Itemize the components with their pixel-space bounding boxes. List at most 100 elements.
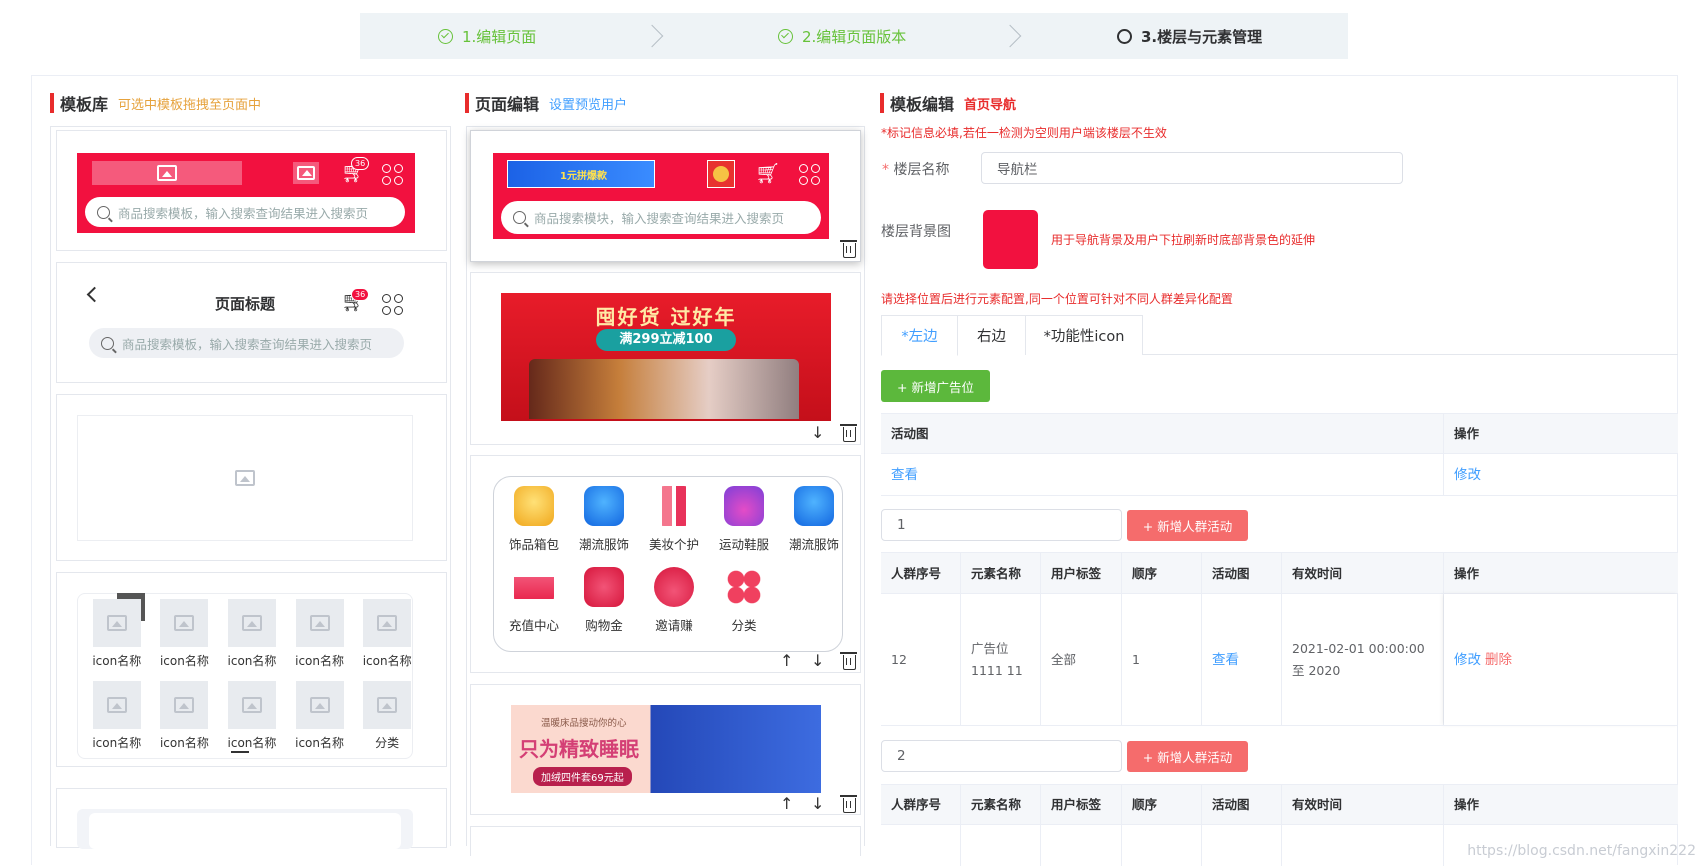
template-banner[interactable]	[56, 394, 447, 561]
search-icon	[513, 211, 526, 224]
search-input[interactable]: 商品搜索模板，输入搜索查询结果进入搜索页	[89, 328, 404, 358]
search-icon	[97, 206, 110, 219]
category-item[interactable]: 分类	[709, 567, 779, 634]
category-item[interactable]: 购物金	[569, 567, 639, 634]
tab-right[interactable]: 右边	[957, 315, 1026, 355]
template-nav-search[interactable]: 🛒︎ 36 商品搜索模板，输入搜索查询结果进入搜索页	[56, 130, 447, 251]
add-crowd-activity-button[interactable]: + 新增人群活动	[1127, 741, 1248, 772]
image-icon	[107, 697, 127, 713]
hoodie-icon	[584, 486, 624, 526]
floor-next[interactable]	[470, 826, 861, 856]
lipstick-icon	[654, 486, 694, 526]
check-circle-icon	[778, 29, 793, 44]
crowd-group-input[interactable]: 1	[881, 509, 1122, 541]
image-icon	[235, 470, 255, 486]
category-item[interactable]: 充值中心	[499, 567, 569, 634]
required-notice: *标记信息必填,若任一检测为空则用户端该楼层不生效	[881, 124, 1167, 141]
floor-categories[interactable]: 饰品箱包 潮流服饰 美妆个护 运动鞋服 潮流服饰 充值中心 购物金 邀请赚 分类…	[470, 455, 861, 673]
floor-banner[interactable]: 囤好货 过好年 满299立减100 ↓	[470, 272, 861, 445]
image-icon	[242, 697, 262, 713]
delete-icon[interactable]	[843, 243, 856, 258]
delete-icon[interactable]	[843, 798, 856, 813]
crowd-group-input[interactable]: 2	[881, 740, 1122, 772]
step-2[interactable]: 2.编辑页面版本	[778, 13, 906, 59]
card-icon	[514, 567, 554, 607]
delete-icon[interactable]	[843, 655, 856, 670]
position-tabs: *左边 右边 *功能性icon	[881, 315, 1678, 355]
step-3[interactable]: 3.楼层与元素管理	[1117, 13, 1262, 59]
icon-item: icon名称	[286, 599, 354, 669]
category-item[interactable]: 饰品箱包	[499, 486, 569, 553]
ad-table: 活动图 操作 查看 修改	[881, 413, 1678, 495]
icon-item: icon名称	[286, 681, 354, 751]
category-item[interactable]: 潮流服饰	[569, 486, 639, 553]
move-down-icon[interactable]: ↓	[811, 796, 824, 812]
tab-function-icon[interactable]: *功能性icon	[1025, 315, 1143, 355]
library-heading: 模板库可选中模板拖拽至页面中	[50, 92, 261, 114]
move-up-icon[interactable]: ↑	[780, 653, 793, 669]
jewelry-icon	[514, 486, 554, 526]
cart-badge: 36	[351, 288, 369, 301]
search-input[interactable]: 商品搜索模板，输入搜索查询结果进入搜索页	[85, 197, 405, 227]
chevron-right-icon	[999, 25, 1022, 48]
image-placeholder	[92, 161, 242, 185]
watermark: https://blog.csdn.net/fangxin222	[1467, 843, 1696, 859]
search-icon	[101, 337, 114, 350]
move-down-icon[interactable]: ↓	[811, 425, 824, 441]
edit-link[interactable]: 修改	[1444, 454, 1678, 495]
step-1[interactable]: 1.编辑页面	[438, 13, 536, 59]
category-item[interactable]: 邀请赚	[639, 567, 709, 634]
icon-item: icon名称	[218, 599, 286, 669]
back-arrow-icon	[87, 287, 103, 303]
image-icon	[310, 697, 330, 713]
icon-item: icon名称	[218, 681, 286, 751]
category-item[interactable]: 潮流服饰	[779, 486, 849, 553]
category-item[interactable]: 运动鞋服	[709, 486, 779, 553]
chevron-right-icon	[641, 25, 664, 48]
tab-left[interactable]: *左边	[881, 315, 958, 356]
floor-bg-hint: 用于导航背景及用户下拉刷新时底部背景色的延伸	[1051, 231, 1315, 248]
edit-link[interactable]: 修改	[1454, 649, 1481, 671]
icon-item: 分类	[353, 681, 421, 751]
floor-name-input[interactable]: 导航栏	[981, 152, 1403, 184]
floor-bg-swatch[interactable]	[983, 210, 1038, 269]
floor-nav-selected[interactable]: 1元拼爆款 🛒︎ 商品搜索模块，输入搜索查询结果进入搜索页	[470, 130, 861, 262]
grid-menu-icon	[382, 164, 403, 185]
set-preview-user-link[interactable]: 设置预览用户	[549, 94, 627, 113]
add-ad-slot-button[interactable]: + 新增广告位	[881, 370, 990, 402]
cart-icon	[584, 567, 624, 607]
image-icon	[377, 615, 397, 631]
step-bar: 1.编辑页面 2.编辑页面版本 3.楼层与元素管理	[360, 13, 1348, 59]
image-icon	[107, 615, 127, 631]
position-hint: 请选择位置后进行元素配置,同一个位置可针对不同人群差异化配置	[881, 290, 1233, 307]
editor-heading: 页面编辑设置预览用户	[465, 92, 627, 114]
grid-menu-icon	[382, 294, 403, 315]
hoodie-icon	[794, 486, 834, 526]
image-placeholder	[293, 162, 319, 184]
template-card[interactable]	[56, 788, 447, 848]
image-icon	[174, 697, 194, 713]
template-heading: 模板编辑首页导航	[880, 92, 1016, 114]
search-input[interactable]: 商品搜索模块，输入搜索查询结果进入搜索页	[501, 201, 821, 234]
circle-icon	[1117, 29, 1132, 44]
view-link[interactable]: 查看	[881, 454, 1444, 495]
template-page-header[interactable]: 页面标题 🛒︎ 36 商品搜索模板，输入搜索查询结果进入搜索页	[56, 262, 447, 383]
image-icon	[310, 615, 330, 631]
floor-name-label: * 楼层名称	[882, 159, 949, 179]
nav-logo-image	[707, 160, 735, 188]
move-up-icon[interactable]: ↑	[780, 796, 793, 812]
delete-icon[interactable]	[843, 427, 856, 442]
delete-link[interactable]: 删除	[1485, 649, 1512, 671]
crowd-table: 人群序号 元素名称 用户标签 顺序 活动图 有效时间 操作 12 广告位1111…	[881, 552, 1678, 725]
nav-ad-image: 1元拼爆款	[507, 160, 655, 188]
add-crowd-activity-button[interactable]: + 新增人群活动	[1127, 510, 1248, 541]
image-icon	[377, 697, 397, 713]
template-icon-grid[interactable]: icon名称 icon名称 icon名称 icon名称 icon名称 icon名…	[56, 572, 447, 767]
banner-image: 囤好货 过好年 满299立减100	[501, 293, 831, 421]
move-down-icon[interactable]: ↓	[811, 653, 824, 669]
view-link[interactable]: 查看	[1202, 594, 1282, 725]
image-placeholder	[77, 415, 413, 541]
floor-bed-banner[interactable]: 温暖床品搜动你的心 只为精致睡眠 加绒四件套69元起 ↑ ↓	[470, 684, 861, 815]
icon-grid: icon名称 icon名称 icon名称 icon名称 icon名称 icon名…	[83, 599, 421, 751]
category-item[interactable]: 美妆个护	[639, 486, 709, 553]
